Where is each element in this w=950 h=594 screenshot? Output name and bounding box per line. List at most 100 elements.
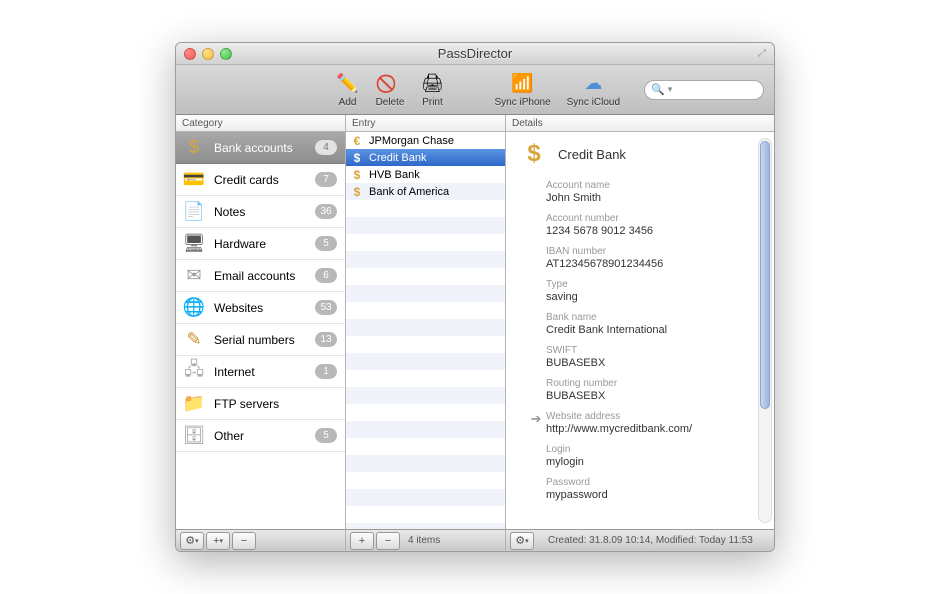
tools-icon: ✎ xyxy=(182,328,206,352)
currency-icon: $ xyxy=(350,168,364,182)
search-input[interactable] xyxy=(675,84,757,96)
field-label: Website address xyxy=(546,411,692,422)
category-count-badge: 5 xyxy=(315,236,337,251)
cloud-icon: ☁ xyxy=(581,71,605,95)
search-icon: 🔍 xyxy=(651,83,665,96)
sync-icloud-button[interactable]: ☁ Sync iCloud xyxy=(561,71,626,108)
category-column: Category $ Bank accounts 4 💳 Credit cards 7 📄 N… xyxy=(176,115,346,529)
details-title: Credit Bank xyxy=(558,147,626,162)
entry-count: 4 items xyxy=(402,535,440,546)
field-value: BUBASEBX xyxy=(546,357,760,369)
category-row[interactable]: 🖥 Hardware 5 xyxy=(176,228,345,260)
ftp-icon: 📁 xyxy=(182,392,206,416)
category-row[interactable]: 🖧Internet1 xyxy=(176,356,345,388)
app-window: PassDirector ⤢ ✏️ Add ⃠ Delete 🖨 Print 📶… xyxy=(175,42,775,552)
entry-label: HVB Bank xyxy=(369,169,420,181)
wifi-icon: 📶 xyxy=(511,71,535,95)
category-label: Internet xyxy=(214,365,307,379)
field-label: Password xyxy=(546,477,760,488)
field-label: Bank name xyxy=(546,312,760,323)
entry-label: Bank of America xyxy=(369,186,449,198)
field-label: Login xyxy=(546,444,760,455)
database-icon: 🗄 xyxy=(182,424,206,448)
category-count-badge: 7 xyxy=(315,172,337,187)
field-value: BUBASEBX xyxy=(546,390,760,402)
entry-row[interactable]: €JPMorgan Chase xyxy=(346,132,505,149)
category-label: Other xyxy=(214,429,307,443)
category-count-badge: 36 xyxy=(315,204,337,219)
category-gear-button[interactable]: ⚙▾ xyxy=(180,532,204,550)
card-icon: 💳 xyxy=(182,168,206,192)
category-row[interactable]: 📁 FTP servers xyxy=(176,388,345,420)
category-count-badge: 53 xyxy=(315,300,337,315)
note-icon: 📄 xyxy=(182,200,206,224)
add-button[interactable]: ✏️ Add xyxy=(330,71,366,108)
entry-row[interactable]: $Bank of America xyxy=(346,183,505,200)
dollar-icon: $ xyxy=(182,136,206,160)
field-value: mypassword xyxy=(546,489,760,501)
category-row[interactable]: $ Bank accounts 4 xyxy=(176,132,345,164)
field-value: saving xyxy=(546,291,760,303)
category-row[interactable]: 💳 Credit cards 7 xyxy=(176,164,345,196)
category-header: Category xyxy=(176,115,345,132)
category-row[interactable]: 🗄 Other 5 xyxy=(176,420,345,452)
details-header: Details xyxy=(506,115,774,132)
category-label: Serial numbers xyxy=(214,333,307,347)
print-button[interactable]: 🖨 Print xyxy=(414,71,450,108)
scrollbar[interactable] xyxy=(758,138,772,523)
category-label: Bank accounts xyxy=(214,141,307,155)
category-add-button[interactable]: +▾ xyxy=(206,532,230,550)
toolbar: ✏️ Add ⃠ Delete 🖨 Print 📶 Sync iPhone ☁ … xyxy=(176,65,774,115)
category-label: Email accounts xyxy=(214,269,307,283)
details-gear-button[interactable]: ⚙▾ xyxy=(510,532,534,550)
entry-label: JPMorgan Chase xyxy=(369,135,454,147)
entry-add-button[interactable]: + xyxy=(350,532,374,550)
field-value: AT12345678901234456 xyxy=(546,258,760,270)
category-count-badge: 4 xyxy=(315,140,337,155)
footer: ⚙▾ +▾ − + − 4 items ⚙▾ Created: 31.8.09 … xyxy=(176,529,774,551)
router-icon: 🖧 xyxy=(182,360,206,384)
category-row[interactable]: ✉ Email accounts 6 xyxy=(176,260,345,292)
titlebar: PassDirector ⤢ xyxy=(176,43,774,65)
category-row[interactable]: 🌐Websites53 xyxy=(176,292,345,324)
entry-row[interactable]: $Credit Bank xyxy=(346,149,505,166)
field-value: mylogin xyxy=(546,456,760,468)
field-value: Credit Bank International xyxy=(546,324,760,336)
field-value: 1234 5678 9012 3456 xyxy=(546,225,760,237)
details-timestamps: Created: 31.8.09 10:14, Modified: Today … xyxy=(542,535,753,546)
printer-icon: 🖨 xyxy=(420,71,444,95)
field-label: Account number xyxy=(546,213,760,224)
pencil-icon: ✏️ xyxy=(336,71,360,95)
field-label: SWIFT xyxy=(546,345,760,356)
field-label: Account name xyxy=(546,180,760,191)
search-box[interactable]: 🔍▾ xyxy=(644,80,764,100)
category-count-badge: 6 xyxy=(315,268,337,283)
category-label: Credit cards xyxy=(214,173,307,187)
category-label: Notes xyxy=(214,205,307,219)
entry-label: Credit Bank xyxy=(369,152,426,164)
entry-row[interactable]: $ HVB Bank xyxy=(346,166,505,183)
entry-remove-button[interactable]: − xyxy=(376,532,400,550)
field-label: Type xyxy=(546,279,760,290)
category-label: Hardware xyxy=(214,237,307,251)
category-label: FTP servers xyxy=(214,397,337,411)
link-arrow-icon[interactable]: ➔ xyxy=(530,411,542,427)
entry-column: Entry €JPMorgan Chase$Credit Bank $ HVB Ba… xyxy=(346,115,506,529)
category-remove-button[interactable]: − xyxy=(232,532,256,550)
window-title: PassDirector xyxy=(176,46,774,61)
mail-icon: ✉ xyxy=(182,264,206,288)
entry-header: Entry xyxy=(346,115,505,132)
delete-button[interactable]: ⃠ Delete xyxy=(370,71,411,108)
globe-icon: 🌐 xyxy=(182,296,206,320)
category-row[interactable]: 📄 Notes 36 xyxy=(176,196,345,228)
monitor-icon: 🖥 xyxy=(182,232,206,256)
field-label: IBAN number xyxy=(546,246,760,257)
field-value[interactable]: http://www.mycreditbank.com/ xyxy=(546,423,692,435)
sync-iphone-button[interactable]: 📶 Sync iPhone xyxy=(488,71,556,108)
details-column: Details $ Credit Bank Account nameJohn S… xyxy=(506,115,774,529)
category-row[interactable]: ✎ Serial numbers 13 xyxy=(176,324,345,356)
category-count-badge: 5 xyxy=(315,428,337,443)
category-count-badge: 13 xyxy=(315,332,337,347)
field-value: John Smith xyxy=(546,192,760,204)
scrollbar-thumb[interactable] xyxy=(760,141,770,409)
